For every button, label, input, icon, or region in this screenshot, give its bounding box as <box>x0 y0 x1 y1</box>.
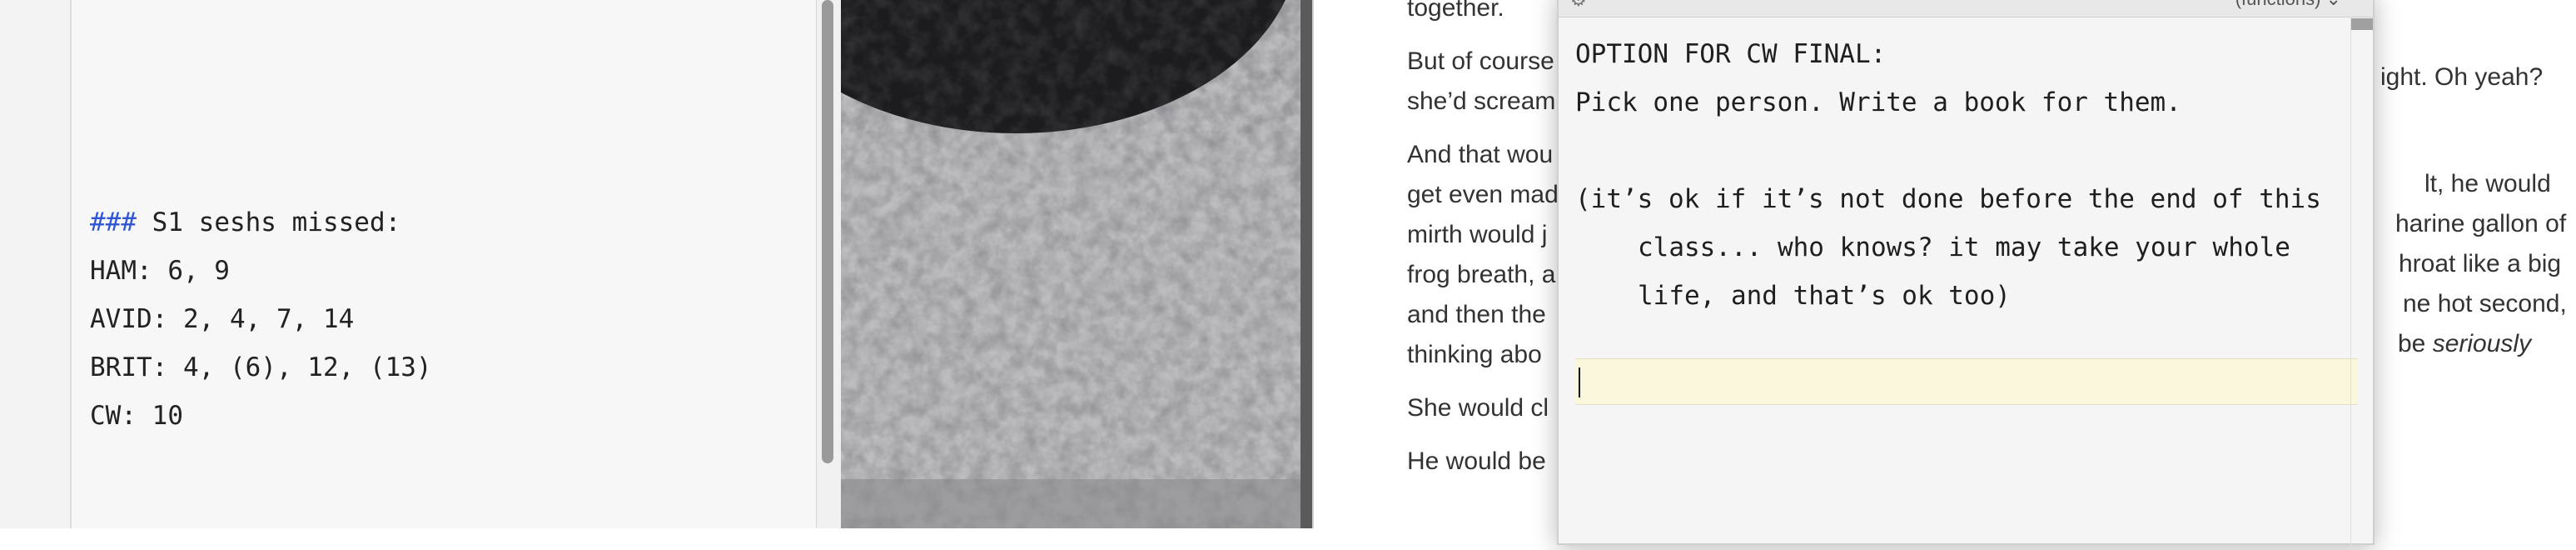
text-fragment: ne hot second, <box>2403 290 2567 318</box>
text-fragment: lt, he would <box>2424 170 2551 198</box>
editor-heading-text: S1 seshs missed: <box>137 208 401 238</box>
editor-line[interactable]: HAM: 6, 9 <box>90 247 432 295</box>
editor-content[interactable]: ### S1 seshs missed: HAM: 6, 9 AVID: 2, … <box>90 198 432 440</box>
text-caret <box>1579 368 1580 398</box>
popup-content[interactable]: OPTION FOR CW FINAL: Pick one person. Wr… <box>1575 30 2321 320</box>
popup-line <box>1575 127 2321 175</box>
text-fragment: be seriously <box>2398 330 2532 358</box>
gear-icon[interactable]: ⚙ <box>1570 0 1590 10</box>
image-preview-pane <box>841 0 1312 528</box>
markdown-editor[interactable]: ### S1 seshs missed: HAM: 6, 9 AVID: 2, … <box>72 0 816 528</box>
popup-header[interactable]: ⚙ (functions) ⌄ <box>1559 0 2373 18</box>
editor-gutter <box>0 0 72 528</box>
popup-line: class... who knows? it may take your who… <box>1638 232 2290 262</box>
note-popup[interactable]: ⚙ (functions) ⌄ OPTION FOR CW FINAL: Pic… <box>1557 0 2375 550</box>
editor-line[interactable]: CW: 10 <box>90 392 432 440</box>
editor-heading-line[interactable]: ### S1 seshs missed: <box>90 198 432 247</box>
concrete-wall-photo <box>841 0 1312 528</box>
popup-scroll-track[interactable] <box>2350 17 2351 550</box>
editor-line[interactable]: AVID: 2, 4, 7, 14 <box>90 295 432 343</box>
text-fragment: hroat like a big <box>2399 250 2562 278</box>
markdown-heading-marker: ### <box>90 208 137 238</box>
editor-line[interactable]: BRIT: 4, (6), 12, (13) <box>90 343 432 392</box>
popup-line: (it’s ok if it’s not done before the end… <box>1575 184 2321 214</box>
text-fragment: harine gallon of <box>2395 210 2567 238</box>
popup-line: OPTION FOR CW FINAL: <box>1575 39 1887 69</box>
popup-line: Pick one person. Write a book for them. <box>1575 88 2181 118</box>
popup-line: life, and that’s ok too) <box>1638 281 2011 311</box>
popup-scrollbar-thumb[interactable] <box>2351 18 2373 30</box>
functions-dropdown[interactable]: (functions) ⌄ <box>2235 0 2341 10</box>
text-fragment: ight. Oh yeah? <box>2380 63 2544 91</box>
editor-scrollbar-thumb[interactable] <box>822 0 833 463</box>
popup-text-input[interactable] <box>1575 358 2358 405</box>
